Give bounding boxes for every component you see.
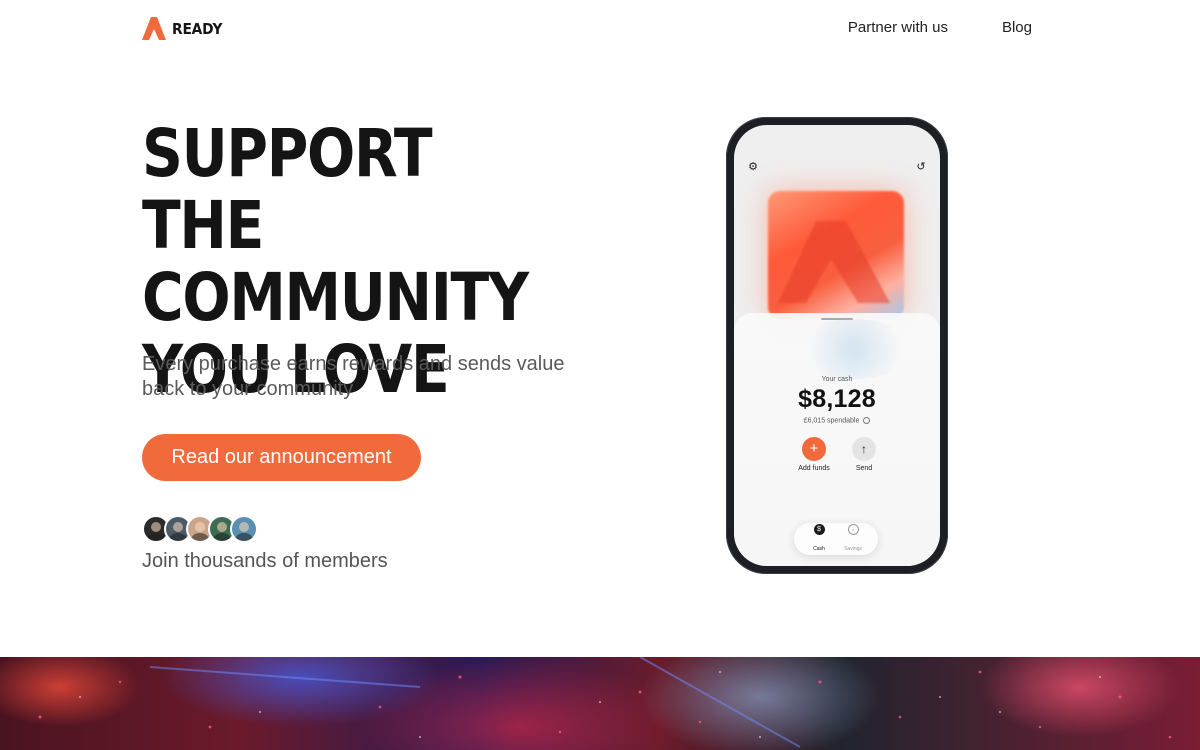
history-icon[interactable]: ↺ bbox=[915, 161, 927, 173]
cash-label: Your cash bbox=[821, 376, 853, 383]
tab-cash-label: Cash bbox=[813, 545, 825, 552]
nav-link-partner[interactable]: Partner with us bbox=[848, 19, 948, 36]
phone-mockup: ⚙ ↺ Your cash $8,128 £6,015 spendable + … bbox=[726, 117, 948, 574]
phone-screen: ⚙ ↺ Your cash $8,128 £6,015 spendable + … bbox=[734, 125, 940, 566]
card-artwork bbox=[768, 191, 904, 319]
read-announcement-button[interactable]: Read our announcement bbox=[142, 434, 421, 481]
spendable-text: £6,015 spendable bbox=[803, 417, 860, 425]
tab-cash[interactable]: $ Cash bbox=[804, 523, 834, 555]
avatar bbox=[230, 515, 258, 543]
members-text: Join thousands of members bbox=[142, 550, 388, 572]
tab-savings[interactable]: ◦ Savings bbox=[838, 523, 868, 555]
top-nav: Partner with us Blog bbox=[848, 19, 1032, 36]
add-funds-label: Add funds bbox=[798, 465, 830, 472]
gear-icon[interactable]: ⚙ bbox=[747, 161, 759, 173]
cash-sheet: Your cash $8,128 £6,015 spendable + Add … bbox=[734, 313, 940, 566]
plus-icon: + bbox=[802, 437, 826, 461]
add-funds-button[interactable]: + Add funds bbox=[794, 437, 834, 472]
phone-tab-bar: $ Cash ◦ Savings bbox=[794, 523, 878, 555]
hero-title-line: COMMUNITY bbox=[142, 259, 529, 336]
site-header: READY Partner with us Blog bbox=[0, 0, 1200, 58]
hero-title-line: SUPPORT THE bbox=[142, 115, 433, 264]
confetti-overlay bbox=[38, 657, 1172, 748]
cash-amount: $8,128 bbox=[798, 385, 876, 413]
info-icon[interactable] bbox=[863, 417, 871, 424]
member-avatars bbox=[142, 515, 258, 543]
tab-savings-label: Savings bbox=[844, 545, 862, 552]
ready-logo-icon bbox=[142, 17, 166, 40]
brand-logo-link[interactable]: READY bbox=[142, 17, 227, 40]
event-banner-image bbox=[0, 657, 1200, 750]
dollar-icon: $ bbox=[813, 523, 825, 535]
ready-card-logo-icon bbox=[778, 221, 890, 303]
send-label: Send bbox=[855, 465, 873, 472]
piggy-bank-icon: ◦ bbox=[847, 523, 859, 535]
hero-subtitle: Every purchase earns rewards and sends v… bbox=[142, 353, 565, 400]
arrow-up-icon: ↑ bbox=[852, 437, 876, 461]
spendable-amount: £6,015 spendable bbox=[734, 417, 940, 424]
nav-link-blog[interactable]: Blog bbox=[1002, 19, 1032, 36]
brand-name: READY bbox=[172, 19, 223, 38]
send-button[interactable]: ↑ Send bbox=[844, 437, 884, 472]
